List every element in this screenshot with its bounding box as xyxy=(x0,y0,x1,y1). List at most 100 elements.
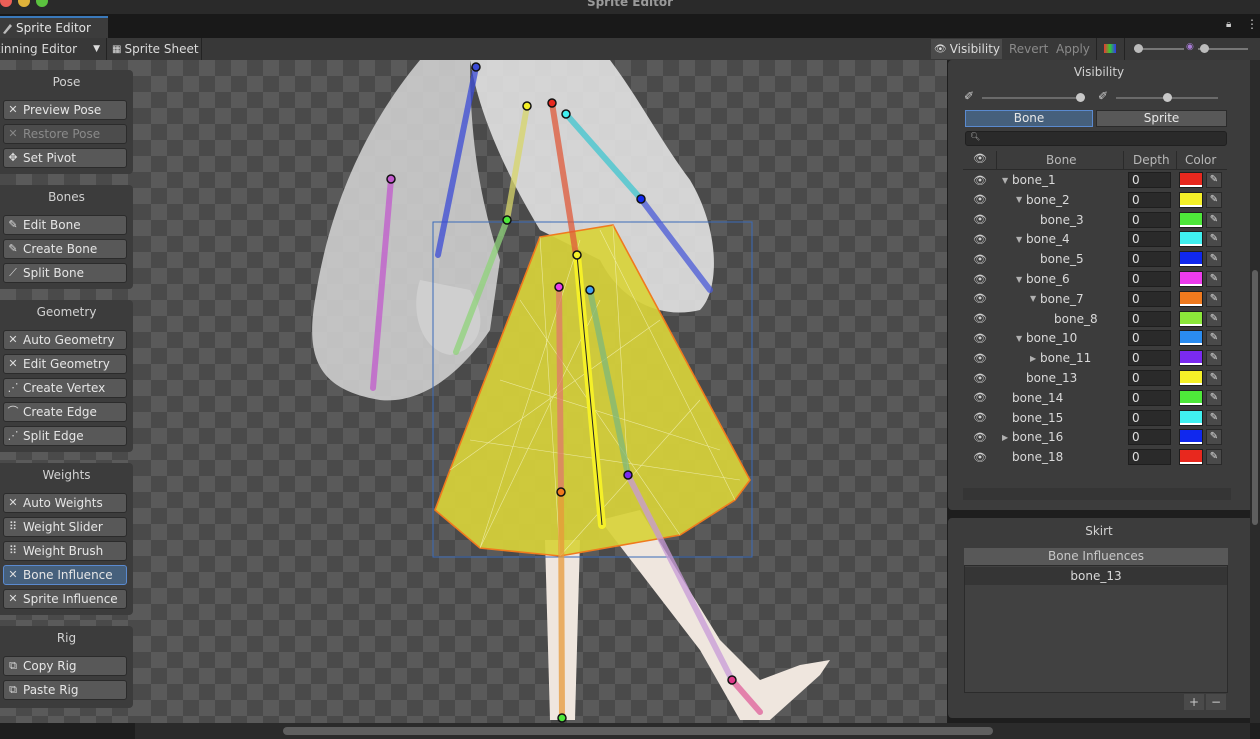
panel-scrollbar-thumb[interactable] xyxy=(1252,270,1258,525)
bone-row[interactable]: 👁︎ ▼ bone_7 0 ✎ xyxy=(963,289,1227,309)
bone-row[interactable]: 👁︎ ▶ bone_11 0 ✎ xyxy=(963,348,1227,368)
eye-icon[interactable]: 👁︎ xyxy=(973,253,987,266)
expand-down-icon[interactable]: ▼ xyxy=(1016,275,1022,284)
bone-opacity-slider[interactable] xyxy=(982,97,1084,99)
eyedropper-icon[interactable]: ✎ xyxy=(1206,429,1222,446)
color-channel-icon[interactable] xyxy=(1104,44,1116,53)
split-edge-button[interactable]: ⋰ Split Edge xyxy=(3,426,127,446)
depth-field[interactable]: 0 xyxy=(1128,191,1171,208)
eye-icon[interactable]: 👁︎ xyxy=(973,451,987,464)
eyedropper-icon[interactable]: ✎ xyxy=(1206,290,1222,307)
bone-color-swatch[interactable] xyxy=(1179,389,1203,406)
set-pivot-button[interactable]: ✥ Set Pivot xyxy=(3,148,127,168)
more-options-icon[interactable]: ⋮ xyxy=(1246,17,1258,31)
expand-right-icon[interactable]: ▶ xyxy=(1002,433,1008,442)
bone-row[interactable]: 👁︎ ▼ bone_10 0 ✎ xyxy=(963,328,1227,348)
mesh-opacity-handle[interactable] xyxy=(1163,93,1172,102)
depth-field[interactable]: 0 xyxy=(1128,330,1171,347)
bone-row[interactable]: 👁︎ ▶ bone_16 0 ✎ xyxy=(963,427,1227,447)
eye-icon[interactable]: 👁︎ xyxy=(973,193,987,206)
canvas-scrollbar-thumb[interactable] xyxy=(283,727,993,735)
bone-opacity-handle[interactable] xyxy=(1076,93,1085,102)
eyedropper-icon[interactable]: ✎ xyxy=(1206,271,1222,287)
expand-down-icon[interactable]: ▼ xyxy=(1016,195,1022,204)
eye-icon[interactable]: 👁︎ xyxy=(973,312,987,325)
split-bone-button[interactable]: ⟋ Split Bone xyxy=(3,263,127,283)
eye-icon[interactable]: 👁︎ xyxy=(973,174,987,187)
bone-color-swatch[interactable] xyxy=(1179,211,1203,228)
bone-color-swatch[interactable] xyxy=(1179,449,1203,466)
bone-table-scrollbar[interactable] xyxy=(963,488,1231,500)
bone-color-swatch[interactable] xyxy=(1179,191,1203,208)
depth-field[interactable]: 0 xyxy=(1128,231,1171,248)
depth-field[interactable]: 0 xyxy=(1128,409,1171,426)
depth-field[interactable]: 0 xyxy=(1128,449,1171,466)
eye-icon[interactable]: 👁︎ xyxy=(973,273,987,286)
eyedropper-icon[interactable]: ✎ xyxy=(1206,370,1222,386)
eye-icon[interactable]: 👁︎ xyxy=(973,352,987,365)
tab-sprite[interactable]: Sprite xyxy=(1096,110,1227,127)
bone-influence-button[interactable]: ✕ Bone Influence xyxy=(3,565,127,585)
bone-row[interactable]: 👁︎ ▼ bone_6 0 ✎ xyxy=(963,269,1227,289)
depth-field[interactable]: 0 xyxy=(1128,389,1171,406)
bone-row[interactable]: 👁︎ bone_15 0 ✎ xyxy=(963,408,1227,428)
tab-sprite-editor[interactable]: Sprite Editor xyxy=(0,16,108,38)
bone-color-swatch[interactable] xyxy=(1179,231,1203,248)
list-item[interactable]: bone_13 xyxy=(965,567,1227,585)
weight-slider-button[interactable]: ⠿ Weight Slider xyxy=(3,517,127,537)
visibility-toggle[interactable]: 👁︎ Visibility xyxy=(931,39,1002,59)
weight-brush-button[interactable]: ⠿ Weight Brush xyxy=(3,541,127,561)
eyedropper-icon[interactable]: ✎ xyxy=(1206,409,1222,426)
eyedropper-icon[interactable]: ✎ xyxy=(1206,251,1222,268)
depth-field[interactable]: 0 xyxy=(1128,429,1171,446)
bone-color-swatch[interactable] xyxy=(1179,409,1203,426)
eyedropper-icon[interactable]: ✎ xyxy=(1206,330,1222,347)
expand-down-icon[interactable]: ▼ xyxy=(1002,176,1008,185)
create-vertex-button[interactable]: ⋰ Create Vertex xyxy=(3,378,127,398)
lock-icon[interactable]: 🔒︎ xyxy=(1226,19,1231,30)
bone-row[interactable]: 👁︎ bone_5 0 ✎ xyxy=(963,249,1227,269)
restore-pose-button[interactable]: ✕ Restore Pose xyxy=(3,124,127,144)
eye-icon[interactable]: 👁︎ xyxy=(973,292,987,305)
eyedropper-icon[interactable]: ✎ xyxy=(1206,191,1222,208)
depth-field[interactable]: 0 xyxy=(1128,251,1171,268)
preview-pose-button[interactable]: ✕ Preview Pose xyxy=(3,100,127,120)
edit-bone-button[interactable]: ✎ Edit Bone xyxy=(3,215,127,235)
bone-color-swatch[interactable] xyxy=(1179,251,1203,268)
mip-slider-handle[interactable] xyxy=(1200,44,1209,53)
eye-icon[interactable]: 👁︎ xyxy=(973,332,987,345)
bone-color-swatch[interactable] xyxy=(1179,271,1203,287)
paste-rig-button[interactable]: ⧉ Paste Rig xyxy=(3,680,127,700)
bone-search-field[interactable]: 🔍︎ xyxy=(965,131,1227,146)
zoom-slider-handle[interactable] xyxy=(1134,44,1143,53)
bone-row[interactable]: 👁︎ ▼ bone_1 0 ✎ xyxy=(963,170,1227,190)
tab-bone[interactable]: Bone xyxy=(965,110,1093,127)
depth-field[interactable]: 0 xyxy=(1128,350,1171,367)
eye-icon[interactable]: 👁︎ xyxy=(973,431,987,444)
expand-right-icon[interactable]: ▶ xyxy=(1030,354,1036,363)
eyedropper-icon[interactable]: ✎ xyxy=(1206,389,1222,406)
add-influence-button[interactable]: + xyxy=(1184,694,1204,710)
depth-field[interactable]: 0 xyxy=(1128,290,1171,307)
expand-down-icon[interactable]: ▼ xyxy=(1016,334,1022,343)
bone-color-swatch[interactable] xyxy=(1179,370,1203,386)
depth-field[interactable]: 0 xyxy=(1128,370,1171,386)
auto-geometry-button[interactable]: ✕ Auto Geometry xyxy=(3,330,127,350)
eye-icon[interactable]: 👁︎ xyxy=(973,372,987,385)
eyedropper-icon[interactable]: ✎ xyxy=(1206,350,1222,367)
eye-icon[interactable]: 👁︎ xyxy=(973,152,987,165)
bone-color-swatch[interactable] xyxy=(1179,350,1203,367)
depth-field[interactable]: 0 xyxy=(1128,310,1171,327)
eye-icon[interactable]: 👁︎ xyxy=(973,213,987,226)
remove-influence-button[interactable]: − xyxy=(1206,694,1226,710)
bone-row[interactable]: 👁︎ bone_8 0 ✎ xyxy=(963,309,1227,329)
bone-row[interactable]: 👁︎ bone_18 0 ✎ xyxy=(963,447,1227,467)
eye-icon[interactable]: 👁︎ xyxy=(973,233,987,246)
sprite-canvas[interactable] xyxy=(135,60,947,723)
revert-button[interactable]: Revert xyxy=(1009,39,1048,59)
mode-dropdown[interactable]: Skinning Editor ▼ xyxy=(0,39,102,59)
eyedropper-icon[interactable]: ✎ xyxy=(1206,172,1222,188)
bone-row[interactable]: 👁︎ bone_13 0 ✎ xyxy=(963,368,1227,388)
bone-row[interactable]: 👁︎ ▼ bone_2 0 ✎ xyxy=(963,190,1227,210)
depth-field[interactable]: 0 xyxy=(1128,271,1171,287)
